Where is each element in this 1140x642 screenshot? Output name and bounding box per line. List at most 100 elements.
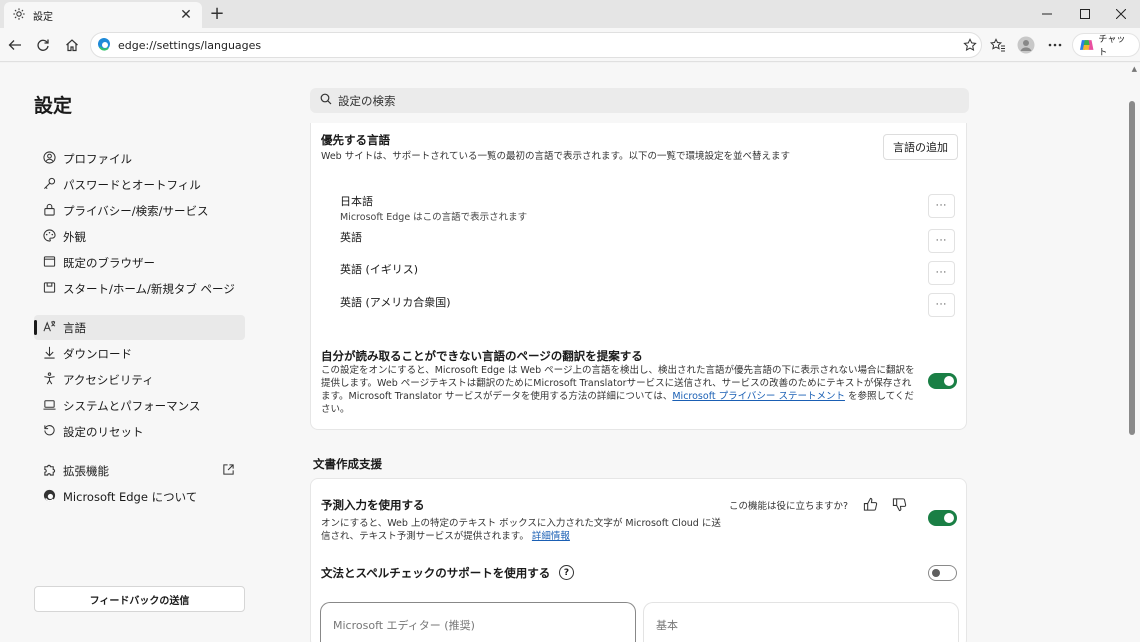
settings-sidebar: 設定 プロファイル パスワードとオートフィル プライバシー/検索/サービス 外観… xyxy=(34,63,246,642)
sidebar-item-label: 設定のリセット xyxy=(63,424,144,439)
sidebar-item-about[interactable]: Microsoft Edge について xyxy=(34,484,245,509)
browser-toolbar: edge://settings/languages チャット xyxy=(0,28,1140,62)
sidebar-item-extensions[interactable]: 拡張機能 xyxy=(34,458,245,483)
favorite-star-icon[interactable] xyxy=(959,38,981,52)
profile-icon xyxy=(43,150,56,167)
home-button[interactable] xyxy=(60,33,84,57)
title-bar: 設定 ✕ + xyxy=(0,0,1140,28)
predict-toggle[interactable] xyxy=(928,510,957,526)
profile-avatar[interactable] xyxy=(1014,33,1038,57)
language-more-button[interactable]: ··· xyxy=(928,293,955,317)
puzzle-icon xyxy=(43,463,56,479)
preferred-languages-title: 優先する言語 xyxy=(321,133,390,147)
url-text: edge://settings/languages xyxy=(118,38,262,52)
copilot-icon xyxy=(1079,40,1094,50)
sidebar-title: 設定 xyxy=(34,95,73,117)
sidebar-item-languages[interactable]: 言語 xyxy=(34,315,245,340)
lock-icon xyxy=(43,203,56,219)
accessibility-icon xyxy=(43,371,56,388)
scroll-up-arrow[interactable]: ▲ xyxy=(1132,65,1137,73)
send-feedback-button[interactable]: フィードバックの送信 xyxy=(34,586,245,612)
sidebar-item-label: 既定のブラウザー xyxy=(63,255,155,270)
new-tab-button[interactable]: + xyxy=(206,3,228,25)
predict-desc: オンにすると、Web 上の特定のテキスト ボックスに入力された文字が Micro… xyxy=(321,518,721,542)
key-icon xyxy=(43,177,56,193)
help-icon[interactable]: ? xyxy=(559,565,574,580)
sidebar-item-downloads[interactable]: ダウンロード xyxy=(34,341,245,366)
sidebar-item-label: プライバシー/検索/サービス xyxy=(63,203,209,218)
copilot-chat-button[interactable]: チャット xyxy=(1072,33,1140,58)
language-sub: Microsoft Edge はこの言語で表示されます xyxy=(340,212,528,223)
sidebar-item-profile[interactable]: プロファイル xyxy=(34,146,245,171)
learn-more-link[interactable]: 詳細情報 xyxy=(532,531,570,542)
tab-title: 設定 xyxy=(33,11,53,23)
sidebar-item-label: パスワードとオートフィル xyxy=(63,177,201,192)
search-icon xyxy=(320,93,332,108)
reset-icon xyxy=(43,424,56,440)
language-name: 英語 xyxy=(340,231,362,244)
laptop-icon xyxy=(43,398,56,414)
favorites-list-icon[interactable] xyxy=(986,33,1010,57)
palette-icon xyxy=(43,228,56,245)
sidebar-item-passwords[interactable]: パスワードとオートフィル xyxy=(34,172,245,197)
download-icon xyxy=(43,346,56,362)
sidebar-item-label: 拡張機能 xyxy=(63,463,109,478)
back-button[interactable] xyxy=(3,33,27,57)
sidebar-item-label: システムとパフォーマンス xyxy=(63,398,201,413)
grammar-toggle[interactable] xyxy=(928,565,957,581)
sidebar-item-label: Microsoft Edge について xyxy=(63,489,198,504)
language-name: 英語 (アメリカ合衆国) xyxy=(340,296,451,309)
tab-close-icon[interactable]: ✕ xyxy=(178,7,194,23)
refresh-button[interactable] xyxy=(31,33,55,57)
browser-window-icon xyxy=(43,255,56,271)
external-link-icon[interactable] xyxy=(222,463,235,479)
preferred-languages-card: 優先する言語 Web サイトは、サポートされている一覧の最初の言語で表示されます… xyxy=(310,123,967,430)
scrollbar-thumb[interactable] xyxy=(1129,101,1135,435)
language-icon xyxy=(43,320,56,336)
sidebar-item-label: ダウンロード xyxy=(63,346,132,361)
search-placeholder: 設定の検索 xyxy=(338,93,396,108)
edge-logo-icon xyxy=(43,489,56,505)
writing-assist-card: 予測入力を使用する この機能は役に立ちますか? オンにすると、Web 上の特定の… xyxy=(310,478,967,642)
translate-toggle[interactable] xyxy=(928,373,957,389)
language-name: 日本語 xyxy=(340,195,373,208)
sidebar-item-reset[interactable]: 設定のリセット xyxy=(34,419,245,444)
translate-title: 自分が読み取ることができない言語のページの翻訳を提案する xyxy=(321,349,643,363)
sidebar-item-default-browser[interactable]: 既定のブラウザー xyxy=(34,250,245,275)
sidebar-item-label: アクセシビリティ xyxy=(63,372,154,387)
thumbs-down-icon[interactable] xyxy=(890,495,908,513)
browser-tab[interactable]: 設定 ✕ xyxy=(4,2,202,28)
gear-icon xyxy=(12,7,26,24)
language-more-button[interactable]: ··· xyxy=(928,261,955,285)
predict-title: 予測入力を使用する xyxy=(321,498,425,512)
translate-desc: この設定をオンにすると、Microsoft Edge は Web ページ上の言語… xyxy=(321,365,915,415)
sidebar-item-label: 言語 xyxy=(63,320,86,335)
grammar-title: 文法とスペルチェックのサポートを使用する xyxy=(321,566,551,580)
language-more-button[interactable]: ··· xyxy=(928,194,955,218)
add-language-button[interactable]: 言語の追加 xyxy=(883,134,958,160)
edge-logo-icon xyxy=(97,37,111,54)
sidebar-item-system[interactable]: システムとパフォーマンス xyxy=(34,393,245,418)
sidebar-item-accessibility[interactable]: アクセシビリティ xyxy=(34,367,245,392)
sidebar-item-label: スタート/ホーム/新規タブ ページ xyxy=(63,281,235,296)
sidebar-item-label: 外観 xyxy=(63,229,86,244)
editor-choice-basic[interactable]: 基本 xyxy=(643,602,959,642)
privacy-statement-link[interactable]: Microsoft プライバシー ステートメント xyxy=(672,391,845,402)
settings-search-input[interactable]: 設定の検索 xyxy=(310,88,969,113)
language-more-button[interactable]: ··· xyxy=(928,229,955,253)
language-name: 英語 (イギリス) xyxy=(340,263,419,276)
sidebar-item-privacy[interactable]: プライバシー/検索/サービス xyxy=(34,198,245,223)
minimize-button[interactable] xyxy=(1028,0,1066,28)
address-bar[interactable]: edge://settings/languages xyxy=(90,32,982,58)
home-window-icon xyxy=(43,281,56,297)
thumbs-up-icon[interactable] xyxy=(861,495,879,513)
close-window-button[interactable] xyxy=(1102,0,1140,28)
chat-label: チャット xyxy=(1098,35,1126,58)
writing-assist-heading: 文書作成支援 xyxy=(313,457,382,471)
editor-choice-microsoft[interactable]: Microsoft エディター (推奨) xyxy=(320,602,636,642)
feedback-question: この機能は役に立ちますか? xyxy=(729,501,849,512)
more-menu-icon[interactable] xyxy=(1043,33,1067,57)
sidebar-item-start-home[interactable]: スタート/ホーム/新規タブ ページ xyxy=(34,276,245,301)
sidebar-item-appearance[interactable]: 外観 xyxy=(34,224,245,249)
maximize-button[interactable] xyxy=(1066,0,1104,28)
